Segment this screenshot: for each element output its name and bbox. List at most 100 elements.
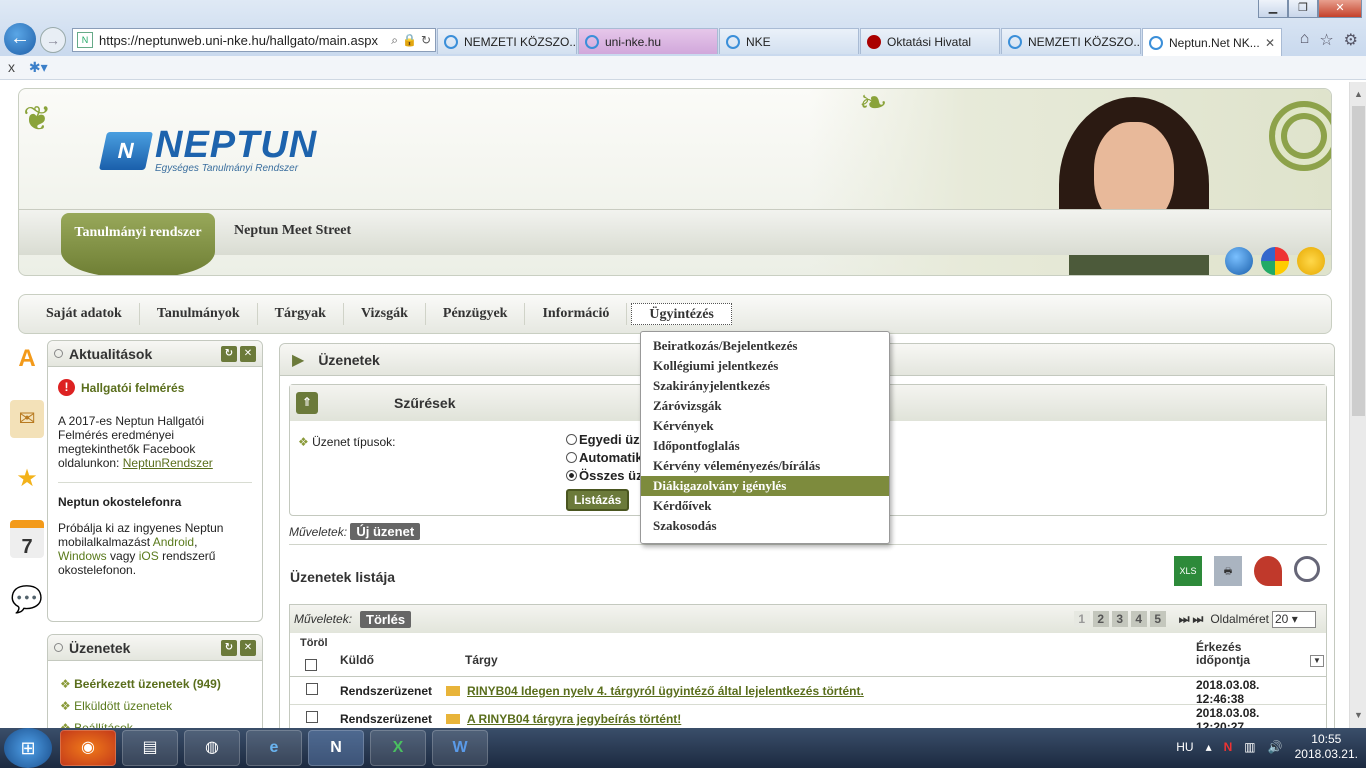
tab-nke[interactable]: NKE bbox=[719, 28, 859, 54]
last-page-icon[interactable]: ⏭ bbox=[1193, 612, 1204, 627]
dropdown-item-kollegiumi[interactable]: Kollégiumi jelentkezés bbox=[641, 356, 889, 376]
dropdown-item-szakosodas[interactable]: Szakosodás bbox=[641, 516, 889, 536]
page-size-select[interactable]: 20 ▾ bbox=[1272, 610, 1316, 628]
close-tab-icon[interactable]: ✕ bbox=[1265, 36, 1275, 50]
windows-link[interactable]: Windows bbox=[58, 549, 107, 563]
ios-link[interactable]: iOS bbox=[139, 549, 159, 563]
dropdown-item-beiratkozas[interactable]: Beiratkozás/Bejelentkezés bbox=[641, 336, 889, 356]
star-icon[interactable]: ☆ bbox=[1319, 30, 1333, 50]
font-size-icon[interactable]: A bbox=[10, 340, 44, 378]
magnifier-icon[interactable] bbox=[1294, 556, 1320, 582]
tab-nemzeti-2[interactable]: NEMZETI KÖZSZO... bbox=[1001, 28, 1141, 54]
radio-egyedi[interactable]: Egyedi üze bbox=[566, 431, 647, 449]
search-icon[interactable]: ⌕ bbox=[391, 33, 398, 48]
page-1[interactable]: 1 bbox=[1073, 611, 1090, 627]
pin-icon[interactable] bbox=[1254, 556, 1282, 586]
compat-icon[interactable]: ✱▾ bbox=[29, 59, 48, 75]
select-all-checkbox[interactable] bbox=[305, 659, 317, 671]
neptun-taskbar-icon[interactable]: N bbox=[308, 730, 364, 766]
sent-link[interactable]: Elküldött üzenetek bbox=[74, 699, 172, 713]
network-icon[interactable]: ▥ bbox=[1244, 740, 1255, 754]
next-pages-icon[interactable]: ⏭ bbox=[1179, 612, 1190, 627]
menu-vizsgak[interactable]: Vizsgák bbox=[344, 303, 426, 325]
facebook-link[interactable]: NeptunRendszer bbox=[123, 456, 213, 470]
table-row[interactable]: Rendszerüzenet RINYB04 Idegen nyelv 4. t… bbox=[290, 677, 1326, 706]
explorer-taskbar-icon[interactable]: ▤ bbox=[122, 730, 178, 766]
excel-taskbar-icon[interactable]: X bbox=[370, 730, 426, 766]
tab-nemzeti-1[interactable]: NEMZETI KÖZSZO... bbox=[437, 28, 577, 54]
menu-targyak[interactable]: Tárgyak bbox=[258, 303, 344, 325]
tab-meet-street[interactable]: Neptun Meet Street bbox=[234, 223, 351, 239]
dropdown-item-szakirany[interactable]: Szakirányjelentkezés bbox=[641, 376, 889, 396]
globe-icon[interactable] bbox=[1225, 247, 1253, 275]
dropdown-item-diakigazolvany[interactable]: Diákigazolvány igénylés bbox=[641, 476, 889, 496]
printer-icon[interactable]: 🖶 bbox=[1214, 556, 1242, 586]
dropdown-item-kerveny-velemenyezes[interactable]: Kérvény véleményezés/bírálás bbox=[641, 456, 889, 476]
menu-informacio[interactable]: Információ bbox=[525, 303, 628, 325]
color-palette-icon[interactable] bbox=[1261, 247, 1289, 275]
page-5[interactable]: 5 bbox=[1149, 611, 1166, 627]
volume-icon[interactable]: 🔊 bbox=[1268, 740, 1283, 754]
favorites-star-icon[interactable]: ★ bbox=[10, 460, 44, 498]
refresh-box-icon[interactable]: ↻ bbox=[221, 345, 237, 362]
radio-automatikus[interactable]: Automatik bbox=[566, 449, 647, 467]
address-bar[interactable]: N https://neptunweb.uni-nke.hu/hallgato/… bbox=[72, 28, 436, 52]
tab-uni-nke[interactable]: uni-nke.hu bbox=[578, 28, 718, 54]
lock-icon[interactable]: 🔒 bbox=[402, 33, 417, 48]
inbox-link[interactable]: Beérkezett üzenetek (949) bbox=[74, 677, 221, 691]
close-box-icon[interactable]: ✕ bbox=[240, 639, 256, 656]
row-checkbox[interactable] bbox=[306, 683, 318, 695]
dropdown-item-kervenyek[interactable]: Kérvények bbox=[641, 416, 889, 436]
minimize-button[interactable]: ▁ bbox=[1258, 0, 1288, 18]
menu-ugyintezes[interactable]: Ügyintézés bbox=[631, 303, 732, 325]
menu-penzugyek[interactable]: Pénzügyek bbox=[426, 303, 526, 325]
collapse-toggle-icon[interactable]: ⇑ bbox=[296, 392, 318, 414]
message-subject-link[interactable]: A RINYB04 tárgyra jegybeírás történt! bbox=[467, 712, 681, 726]
page-2[interactable]: 2 bbox=[1092, 611, 1109, 627]
firefox-taskbar-icon[interactable]: ◉ bbox=[60, 730, 116, 766]
refresh-icon[interactable]: ↻ bbox=[421, 33, 431, 48]
scroll-down-icon[interactable]: ▼ bbox=[1350, 707, 1366, 724]
dropdown-item-zarovizsgak[interactable]: Záróvizsgák bbox=[641, 396, 889, 416]
message-subject-link[interactable]: RINYB04 Idegen nyelv 4. tárgyról ügyinté… bbox=[467, 684, 864, 698]
menu-sajat-adatok[interactable]: Saját adatok bbox=[29, 303, 140, 325]
excel-export-icon[interactable]: XLS bbox=[1174, 556, 1202, 586]
dropdown-item-idopontfoglalas[interactable]: Időpontfoglalás bbox=[641, 436, 889, 456]
close-bar-icon[interactable]: x bbox=[8, 59, 15, 75]
calendar-icon[interactable]: 7 bbox=[10, 520, 44, 558]
antivirus-icon[interactable]: N bbox=[1224, 740, 1233, 754]
row-checkbox[interactable] bbox=[306, 711, 318, 723]
dropdown-item-kerdoivek[interactable]: Kérdőívek bbox=[641, 496, 889, 516]
tab-oktatasi-hivatal[interactable]: Oktatási Hivatal bbox=[860, 28, 1000, 54]
maximize-button[interactable]: ❐ bbox=[1288, 0, 1318, 18]
scroll-up-icon[interactable]: ▲ bbox=[1350, 86, 1366, 103]
envelope-icon[interactable]: ✉ bbox=[10, 400, 44, 438]
ie-taskbar-icon[interactable]: e bbox=[246, 730, 302, 766]
tab-neptun[interactable]: Neptun.Net NK... ✕ bbox=[1142, 28, 1282, 56]
android-link[interactable]: Android bbox=[153, 535, 194, 549]
home-icon[interactable]: ⌂ bbox=[1300, 30, 1310, 50]
close-window-button[interactable]: ✕ bbox=[1318, 0, 1362, 18]
new-message-button[interactable]: Új üzenet bbox=[350, 523, 421, 540]
tab-tanulmanyi-rendszer[interactable]: Tanulmányi rendszer bbox=[61, 213, 215, 275]
page-scrollbar[interactable]: ▲ ▼ bbox=[1349, 82, 1366, 728]
radio-osszes[interactable]: Összes üz bbox=[566, 467, 647, 485]
page-4[interactable]: 4 bbox=[1130, 611, 1147, 627]
page-3[interactable]: 3 bbox=[1111, 611, 1128, 627]
word-taskbar-icon[interactable]: W bbox=[432, 730, 488, 766]
gear-icon[interactable]: ⚙ bbox=[1344, 30, 1358, 50]
column-menu-icon[interactable]: ▼ bbox=[1310, 655, 1324, 667]
list-button[interactable]: Listázás bbox=[566, 489, 630, 511]
close-box-icon[interactable]: ✕ bbox=[240, 345, 256, 362]
menu-tanulmanyok[interactable]: Tanulmányok bbox=[140, 303, 258, 325]
clock[interactable]: 10:55 2018.03.21. bbox=[1295, 732, 1358, 762]
forward-button[interactable]: → bbox=[40, 27, 66, 53]
chat-bubble-icon[interactable]: 💬 bbox=[10, 580, 44, 618]
language-indicator[interactable]: HU bbox=[1176, 740, 1193, 754]
start-button[interactable]: ⊞ bbox=[4, 728, 52, 768]
refresh-box-icon[interactable]: ↻ bbox=[221, 639, 237, 656]
delete-button[interactable]: Törlés bbox=[360, 610, 412, 628]
tray-arrow-icon[interactable]: ▴ bbox=[1206, 740, 1212, 754]
back-button[interactable]: ← bbox=[4, 23, 36, 55]
scroll-thumb[interactable] bbox=[1352, 106, 1365, 416]
